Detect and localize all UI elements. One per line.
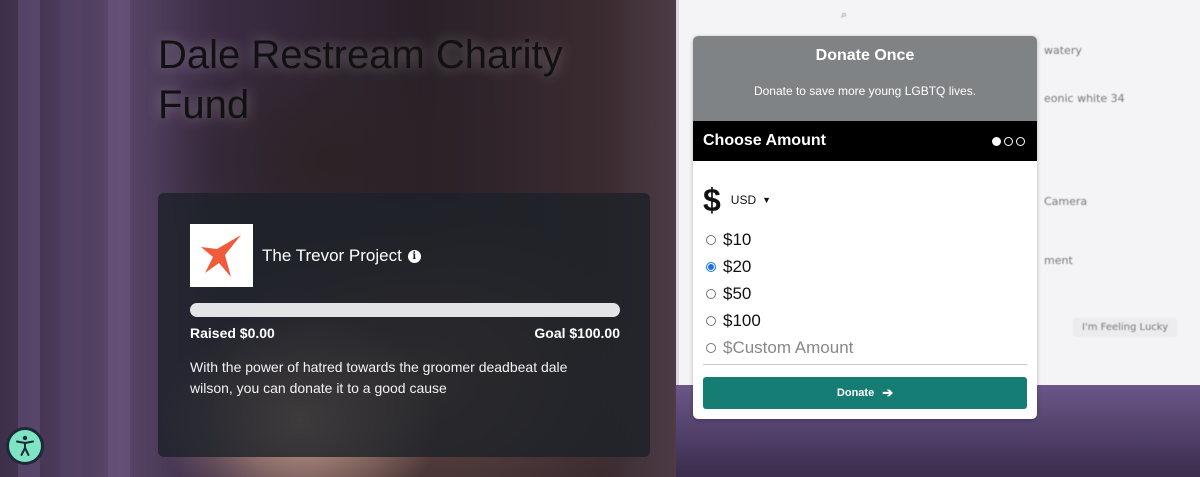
donate-widget: Donate Once Donate to save more young LG… bbox=[693, 36, 1037, 419]
accessibility-icon bbox=[9, 430, 41, 462]
amount-label: $100 bbox=[723, 310, 761, 330]
amount-option-20[interactable]: $20 bbox=[706, 253, 853, 280]
currency-code: USD bbox=[730, 193, 757, 207]
goal-amount: Goal $100.00 bbox=[534, 325, 620, 341]
donate-button[interactable]: Donate ➔ bbox=[703, 377, 1027, 409]
org-name[interactable]: The Trevor Project i bbox=[262, 246, 421, 266]
caret-down-icon: ▼ bbox=[762, 195, 772, 205]
page-title: Dale Restream Charity Fund bbox=[158, 33, 563, 127]
custom-amount-option[interactable]: $Custom Amount bbox=[706, 334, 853, 361]
currency-symbol: $ bbox=[703, 182, 721, 218]
step-dot bbox=[1016, 136, 1025, 146]
currency-selector[interactable]: $ USD ▼ bbox=[703, 182, 771, 218]
donate-button-label: Donate bbox=[836, 387, 875, 399]
step-bar: Choose Amount bbox=[693, 121, 1037, 161]
amount-option-100[interactable]: $100 bbox=[706, 307, 853, 334]
arrow-right-icon: ➔ bbox=[882, 385, 894, 400]
widget-subheading: Donate to save more young LGBTQ lives. bbox=[753, 84, 977, 98]
accessibility-button[interactable] bbox=[6, 427, 44, 465]
screen-fragment: I'm Feeling Lucky bbox=[1073, 318, 1178, 337]
custom-amount-input[interactable]: $Custom Amount bbox=[723, 338, 853, 358]
amount-radio[interactable] bbox=[706, 234, 716, 245]
amount-label: $10 bbox=[723, 229, 752, 249]
campaign-card: The Trevor Project i Raised $0.00 Goal $… bbox=[158, 193, 650, 457]
amount-option-50[interactable]: $50 bbox=[706, 280, 853, 307]
screen-fragment: eonic white 34 bbox=[1044, 92, 1125, 105]
search-icon: ⌕ bbox=[841, 8, 848, 21]
amount-options: $10 $20 $50 $100 $Custom Amount bbox=[706, 226, 853, 361]
screen-fragment: ment bbox=[1044, 254, 1073, 267]
amount-option-10[interactable]: $10 bbox=[706, 226, 853, 253]
amount-radio[interactable] bbox=[706, 261, 716, 272]
amount-radio[interactable] bbox=[706, 315, 716, 326]
info-icon[interactable]: i bbox=[407, 249, 421, 263]
step-dot bbox=[992, 136, 1001, 146]
amount-label: $50 bbox=[723, 283, 752, 303]
amount-radio[interactable] bbox=[706, 342, 716, 353]
star-logo-icon bbox=[200, 234, 241, 277]
widget-heading: Donate Once bbox=[815, 47, 915, 64]
screen-fragment: watery bbox=[1044, 44, 1082, 57]
progress-bar bbox=[190, 303, 620, 317]
campaign-description: With the power of hatred towards the gro… bbox=[190, 359, 568, 396]
widget-header: Donate Once Donate to save more young LG… bbox=[693, 36, 1037, 121]
org-name-label: The Trevor Project bbox=[262, 246, 402, 265]
org-logo bbox=[190, 224, 253, 287]
amount-label: $20 bbox=[723, 256, 752, 276]
screen-fragment: Camera bbox=[1044, 195, 1088, 208]
step-label: Choose Amount bbox=[703, 132, 826, 149]
raised-amount: Raised $0.00 bbox=[190, 325, 275, 341]
step-indicator bbox=[992, 136, 1025, 146]
step-dot bbox=[1004, 136, 1013, 146]
amount-radio[interactable] bbox=[706, 288, 716, 299]
divider bbox=[703, 364, 1027, 365]
